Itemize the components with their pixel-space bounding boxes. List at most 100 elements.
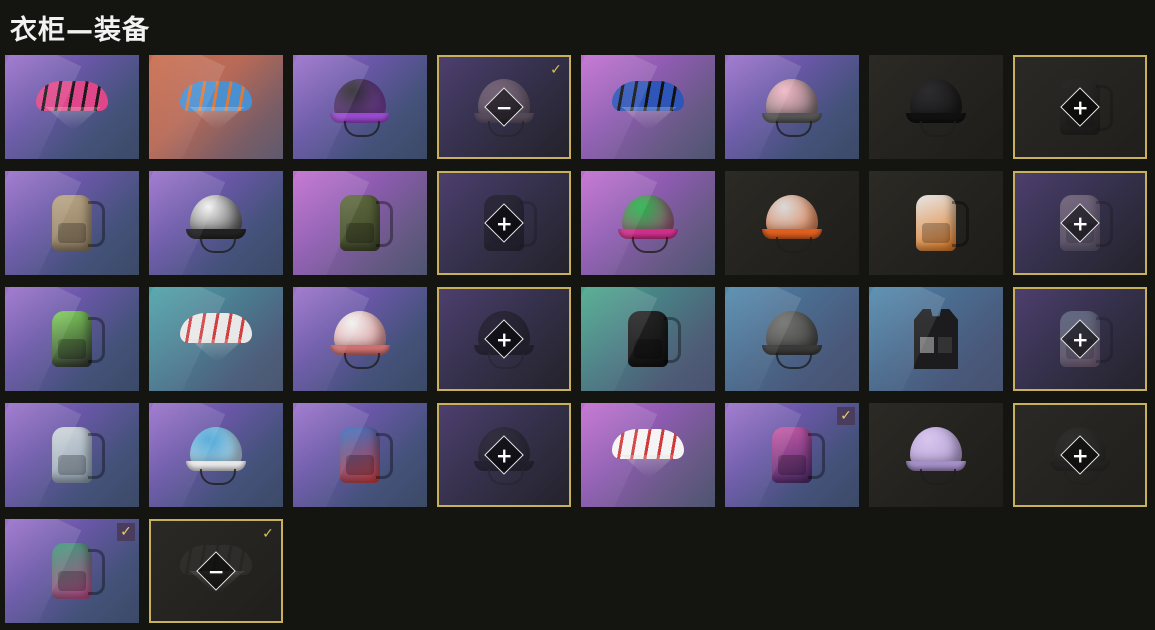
helmet-strap (200, 237, 236, 253)
item-tile[interactable] (869, 403, 1003, 507)
item-tile[interactable] (5, 287, 139, 391)
helmet-icon (756, 191, 828, 255)
item-tile[interactable] (293, 403, 427, 507)
item-tile[interactable] (293, 55, 427, 159)
parachute-icon (612, 75, 684, 139)
item-tile[interactable] (581, 403, 715, 507)
item-tile[interactable] (5, 403, 139, 507)
backpack-icon (324, 191, 396, 255)
item-tile[interactable]: − ✓ (437, 55, 571, 159)
minus-icon: − (495, 94, 513, 119)
item-tile[interactable]: ✓ (725, 403, 859, 507)
plus-icon: + (1071, 94, 1089, 119)
parachute-canopy (36, 81, 108, 111)
minus-icon: − (207, 558, 225, 583)
helmet-icon (612, 191, 684, 255)
helmet-icon (324, 75, 396, 139)
item-tile[interactable] (149, 403, 283, 507)
backpack-strap (952, 201, 969, 247)
backpack-icon (36, 191, 108, 255)
helmet-icon (756, 307, 828, 371)
backpack-strap (376, 201, 393, 247)
item-tile[interactable] (5, 55, 139, 159)
item-tile[interactable]: + (437, 403, 571, 507)
vest-pouch (938, 337, 952, 353)
parachute-icon (36, 75, 108, 139)
item-tile[interactable]: − ✓ (149, 519, 283, 623)
plus-icon: + (1071, 442, 1089, 467)
equipped-check-icon: ✓ (837, 407, 855, 425)
parachute-icon (612, 423, 684, 487)
parachute-canopy (180, 313, 252, 343)
backpack-pocket (58, 223, 86, 243)
item-tile[interactable]: + (1013, 171, 1147, 275)
backpack-icon (36, 539, 108, 603)
item-tile[interactable] (725, 171, 859, 275)
item-tile[interactable] (149, 55, 283, 159)
helmet-icon (756, 75, 828, 139)
helmet-strap (776, 353, 812, 369)
item-tile[interactable] (869, 287, 1003, 391)
parachute-canopy (612, 429, 684, 459)
backpack-strap (88, 317, 105, 363)
backpack-icon (324, 423, 396, 487)
backpack-icon (900, 191, 972, 255)
equipped-check-icon: ✓ (262, 526, 274, 542)
item-tile[interactable] (869, 171, 1003, 275)
vest-pouch (920, 337, 934, 353)
backpack-pocket (58, 571, 86, 591)
backpack-pocket (58, 455, 86, 475)
helmet-icon (324, 307, 396, 371)
equipped-check-icon: ✓ (117, 523, 135, 541)
backpack-icon (756, 423, 828, 487)
backpack-icon (36, 307, 108, 371)
plus-icon: + (1071, 326, 1089, 351)
plus-icon: + (1071, 210, 1089, 235)
parachute-icon (180, 75, 252, 139)
helmet-strap (776, 237, 812, 253)
item-tile[interactable] (5, 171, 139, 275)
item-tile[interactable] (293, 171, 427, 275)
item-tile[interactable]: + (1013, 55, 1147, 159)
backpack-pocket (634, 339, 662, 359)
parachute-lines (622, 107, 676, 129)
backpack-pocket (922, 223, 950, 243)
helmet-icon (180, 191, 252, 255)
parachute-lines (622, 455, 676, 477)
parachute-lines (46, 107, 100, 129)
wardrobe-grid: − ✓ + + + + + + ✓ + ✓ − ✓ (5, 55, 1147, 623)
parachute-lines (190, 339, 244, 361)
item-tile[interactable] (149, 287, 283, 391)
backpack-strap (88, 433, 105, 479)
item-tile[interactable] (149, 171, 283, 275)
helmet-strap (344, 353, 380, 369)
backpack-strap (376, 433, 393, 479)
helmet-strap (776, 121, 812, 137)
item-tile[interactable]: + (437, 171, 571, 275)
item-tile[interactable]: + (1013, 403, 1147, 507)
item-tile[interactable] (293, 287, 427, 391)
helmet-strap (344, 121, 380, 137)
item-tile[interactable] (581, 287, 715, 391)
parachute-icon (180, 307, 252, 371)
helmet-strap (920, 121, 956, 137)
backpack-strap (88, 201, 105, 247)
parachute-lines (190, 107, 244, 129)
page-title: 衣柜—装备 (10, 15, 150, 46)
item-tile[interactable]: ✓ (5, 519, 139, 623)
helmet-strap (200, 469, 236, 485)
equipped-check-icon: ✓ (550, 62, 562, 78)
backpack-strap (664, 317, 681, 363)
backpack-pocket (346, 455, 374, 475)
parachute-canopy (612, 81, 684, 111)
parachute-canopy (180, 81, 252, 111)
item-tile[interactable]: + (437, 287, 571, 391)
backpack-icon (612, 307, 684, 371)
item-tile[interactable]: + (1013, 287, 1147, 391)
backpack-icon (36, 423, 108, 487)
item-tile[interactable] (869, 55, 1003, 159)
item-tile[interactable] (581, 55, 715, 159)
item-tile[interactable] (725, 287, 859, 391)
item-tile[interactable] (725, 55, 859, 159)
item-tile[interactable] (581, 171, 715, 275)
